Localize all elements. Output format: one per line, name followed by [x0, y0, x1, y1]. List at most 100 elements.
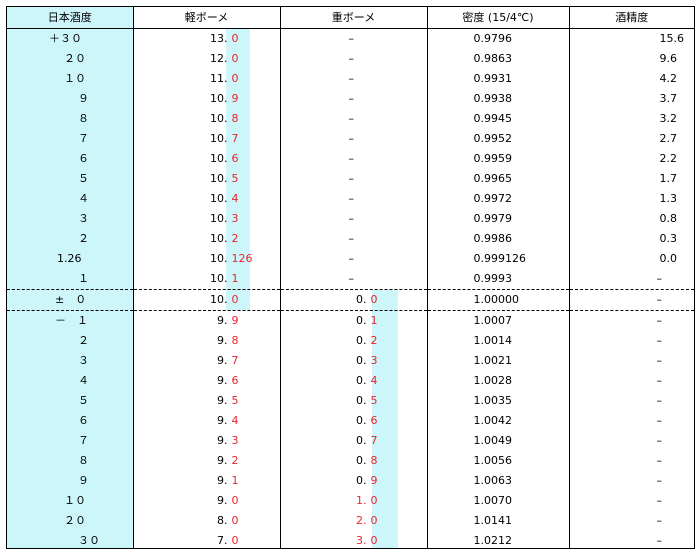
heavy-baume-dash: – [348, 112, 355, 125]
heavy-baume-integer: 0. [356, 414, 367, 427]
light-baume-cell: 9. 8 [132, 331, 280, 351]
table-row: 1.26 10. 126 – 0.999126 0.0 [7, 249, 694, 269]
alcohol-cell: 3.7 [568, 89, 694, 109]
sake-degree-cell: ４ [78, 192, 89, 205]
light-baume-decimal: 0 [231, 52, 239, 65]
light-baume-cell: 9. 7 [132, 351, 280, 371]
light-baume-cell: 9. 1 [132, 471, 280, 491]
light-baume-cell: 9. 6 [132, 371, 280, 391]
table-row: ２０ 8. 0 2. 0 1.0141– [7, 511, 694, 531]
light-baume-decimal: 2 [231, 232, 239, 245]
light-baume-decimal: 6 [231, 152, 239, 165]
header-alcohol: 酒精度 [568, 7, 694, 29]
alcohol-cell: – [568, 491, 694, 511]
alcohol-cell: 2.7 [568, 129, 694, 149]
light-baume-decimal: 9 [231, 92, 239, 105]
sake-degree-cell: ５ [78, 172, 89, 185]
light-baume-integer: 10. [210, 192, 228, 205]
density-cell: 0.9986 [426, 229, 569, 249]
table-row: ７ 9. 3 0. 7 1.0049– [7, 431, 694, 451]
heavy-baume-decimal: 7 [370, 434, 378, 447]
heavy-baume-decimal: 5 [370, 394, 378, 407]
heavy-baume-cell: 0. 5 [279, 391, 427, 411]
heavy-baume-cell: 0. 0 [279, 289, 427, 311]
table-row: ＋３０ 13. 0 – 0.9796 15.6 [7, 28, 694, 49]
heavy-baume-dash: – [348, 152, 355, 165]
density-cell: 0.9979 [426, 209, 569, 229]
heavy-baume-decimal: 0 [370, 494, 378, 507]
table-row: ８ 9. 2 0. 8 1.0056– [7, 451, 694, 471]
light-baume-cell: 9. 2 [132, 451, 280, 471]
light-baume-decimal: 0 [231, 72, 239, 85]
heavy-baume-dash: – [348, 192, 355, 205]
alcohol-cell: – [568, 531, 694, 548]
light-baume-cell: 10. 8 [132, 109, 280, 129]
light-baume-decimal: 9 [231, 314, 239, 327]
heavy-baume-integer: 0. [356, 293, 367, 306]
sake-degree-cell: ３ [78, 354, 89, 367]
table-row: １０ 11. 0 – 0.9931 4.2 [7, 69, 694, 89]
heavy-baume-integer: 1. [356, 494, 367, 507]
light-baume-decimal: 1 [231, 272, 239, 285]
alcohol-cell: 3.2 [568, 109, 694, 129]
density-cell: 1.0021 [426, 351, 569, 371]
light-baume-decimal: 7 [231, 132, 239, 145]
table-row: ２ 9. 8 0. 2 1.0014– [7, 331, 694, 351]
light-baume-cell: 7. 0 [132, 531, 280, 548]
alcohol-cell: 4.2 [568, 69, 694, 89]
heavy-baume-decimal: 6 [370, 414, 378, 427]
alcohol-cell: 1.7 [568, 169, 694, 189]
heavy-baume-cell: – [279, 129, 427, 149]
light-baume-integer: 10. [210, 152, 228, 165]
sake-degree-cell: ８ [78, 454, 89, 467]
light-baume-integer: 9. [217, 354, 228, 367]
light-baume-integer: 9. [217, 434, 228, 447]
heavy-baume-decimal: 8 [370, 454, 378, 467]
density-cell: 1.00000 [426, 289, 569, 311]
heavy-baume-dash: – [348, 272, 355, 285]
table-row: ３０ 7. 0 3. 0 1.0212– [7, 531, 694, 548]
heavy-baume-dash: – [348, 212, 355, 225]
sake-degree-cell: ９ [78, 92, 89, 105]
heavy-baume-cell: – [279, 169, 427, 189]
heavy-baume-cell: 0. 9 [279, 471, 427, 491]
light-baume-decimal: 4 [231, 192, 239, 205]
header-sake-degree: 日本酒度 [7, 7, 133, 29]
density-cell: 0.9972 [426, 189, 569, 209]
density-cell: 1.0014 [426, 331, 569, 351]
heavy-baume-cell: 0. 2 [279, 331, 427, 351]
heavy-baume-cell: 0. 8 [279, 451, 427, 471]
light-baume-cell: 9. 3 [132, 431, 280, 451]
light-baume-cell: 9. 9 [132, 310, 280, 331]
heavy-baume-dash: – [348, 252, 355, 265]
light-baume-decimal: 0 [231, 514, 239, 527]
light-baume-decimal: 0 [231, 32, 239, 45]
heavy-baume-decimal: 4 [370, 374, 378, 387]
sake-degree-cell: ３０ [78, 534, 100, 547]
heavy-baume-cell: 0. 4 [279, 371, 427, 391]
light-baume-decimal: 5 [231, 394, 239, 407]
light-baume-cell: 10. 0 [132, 289, 280, 311]
table-row: ６ 10. 6 – 0.9959 2.2 [7, 149, 694, 169]
heavy-baume-decimal: 1 [370, 314, 378, 327]
sake-degree-cell: ９ [78, 474, 89, 487]
table-row: ９ 9. 1 0. 9 1.0063– [7, 471, 694, 491]
density-cell: 0.999126 [426, 249, 569, 269]
alcohol-cell: 0.8 [568, 209, 694, 229]
sake-degree-cell: ３ [78, 212, 89, 225]
heavy-baume-integer: 0. [356, 474, 367, 487]
heavy-baume-dash: – [348, 92, 355, 105]
heavy-baume-decimal: 0 [370, 293, 378, 306]
heavy-baume-cell: – [279, 109, 427, 129]
light-baume-cell: 10. 9 [132, 89, 280, 109]
light-baume-integer: 10. [210, 132, 228, 145]
light-baume-integer: 8. [217, 514, 228, 527]
sake-degree-cell: ７ [78, 434, 89, 447]
alcohol-cell: – [568, 289, 694, 311]
page: 日本酒度 軽ボーメ 重ボーメ 密度 (15/4℃) 酒精度 ＋３０ 13. 0–0.… [0, 0, 700, 554]
light-baume-cell: 10. 2 [132, 229, 280, 249]
density-cell: 0.9863 [426, 49, 569, 69]
alcohol-cell: – [568, 451, 694, 471]
header-density: 密度 (15/4℃) [426, 7, 569, 29]
light-baume-decimal: 1 [231, 474, 239, 487]
